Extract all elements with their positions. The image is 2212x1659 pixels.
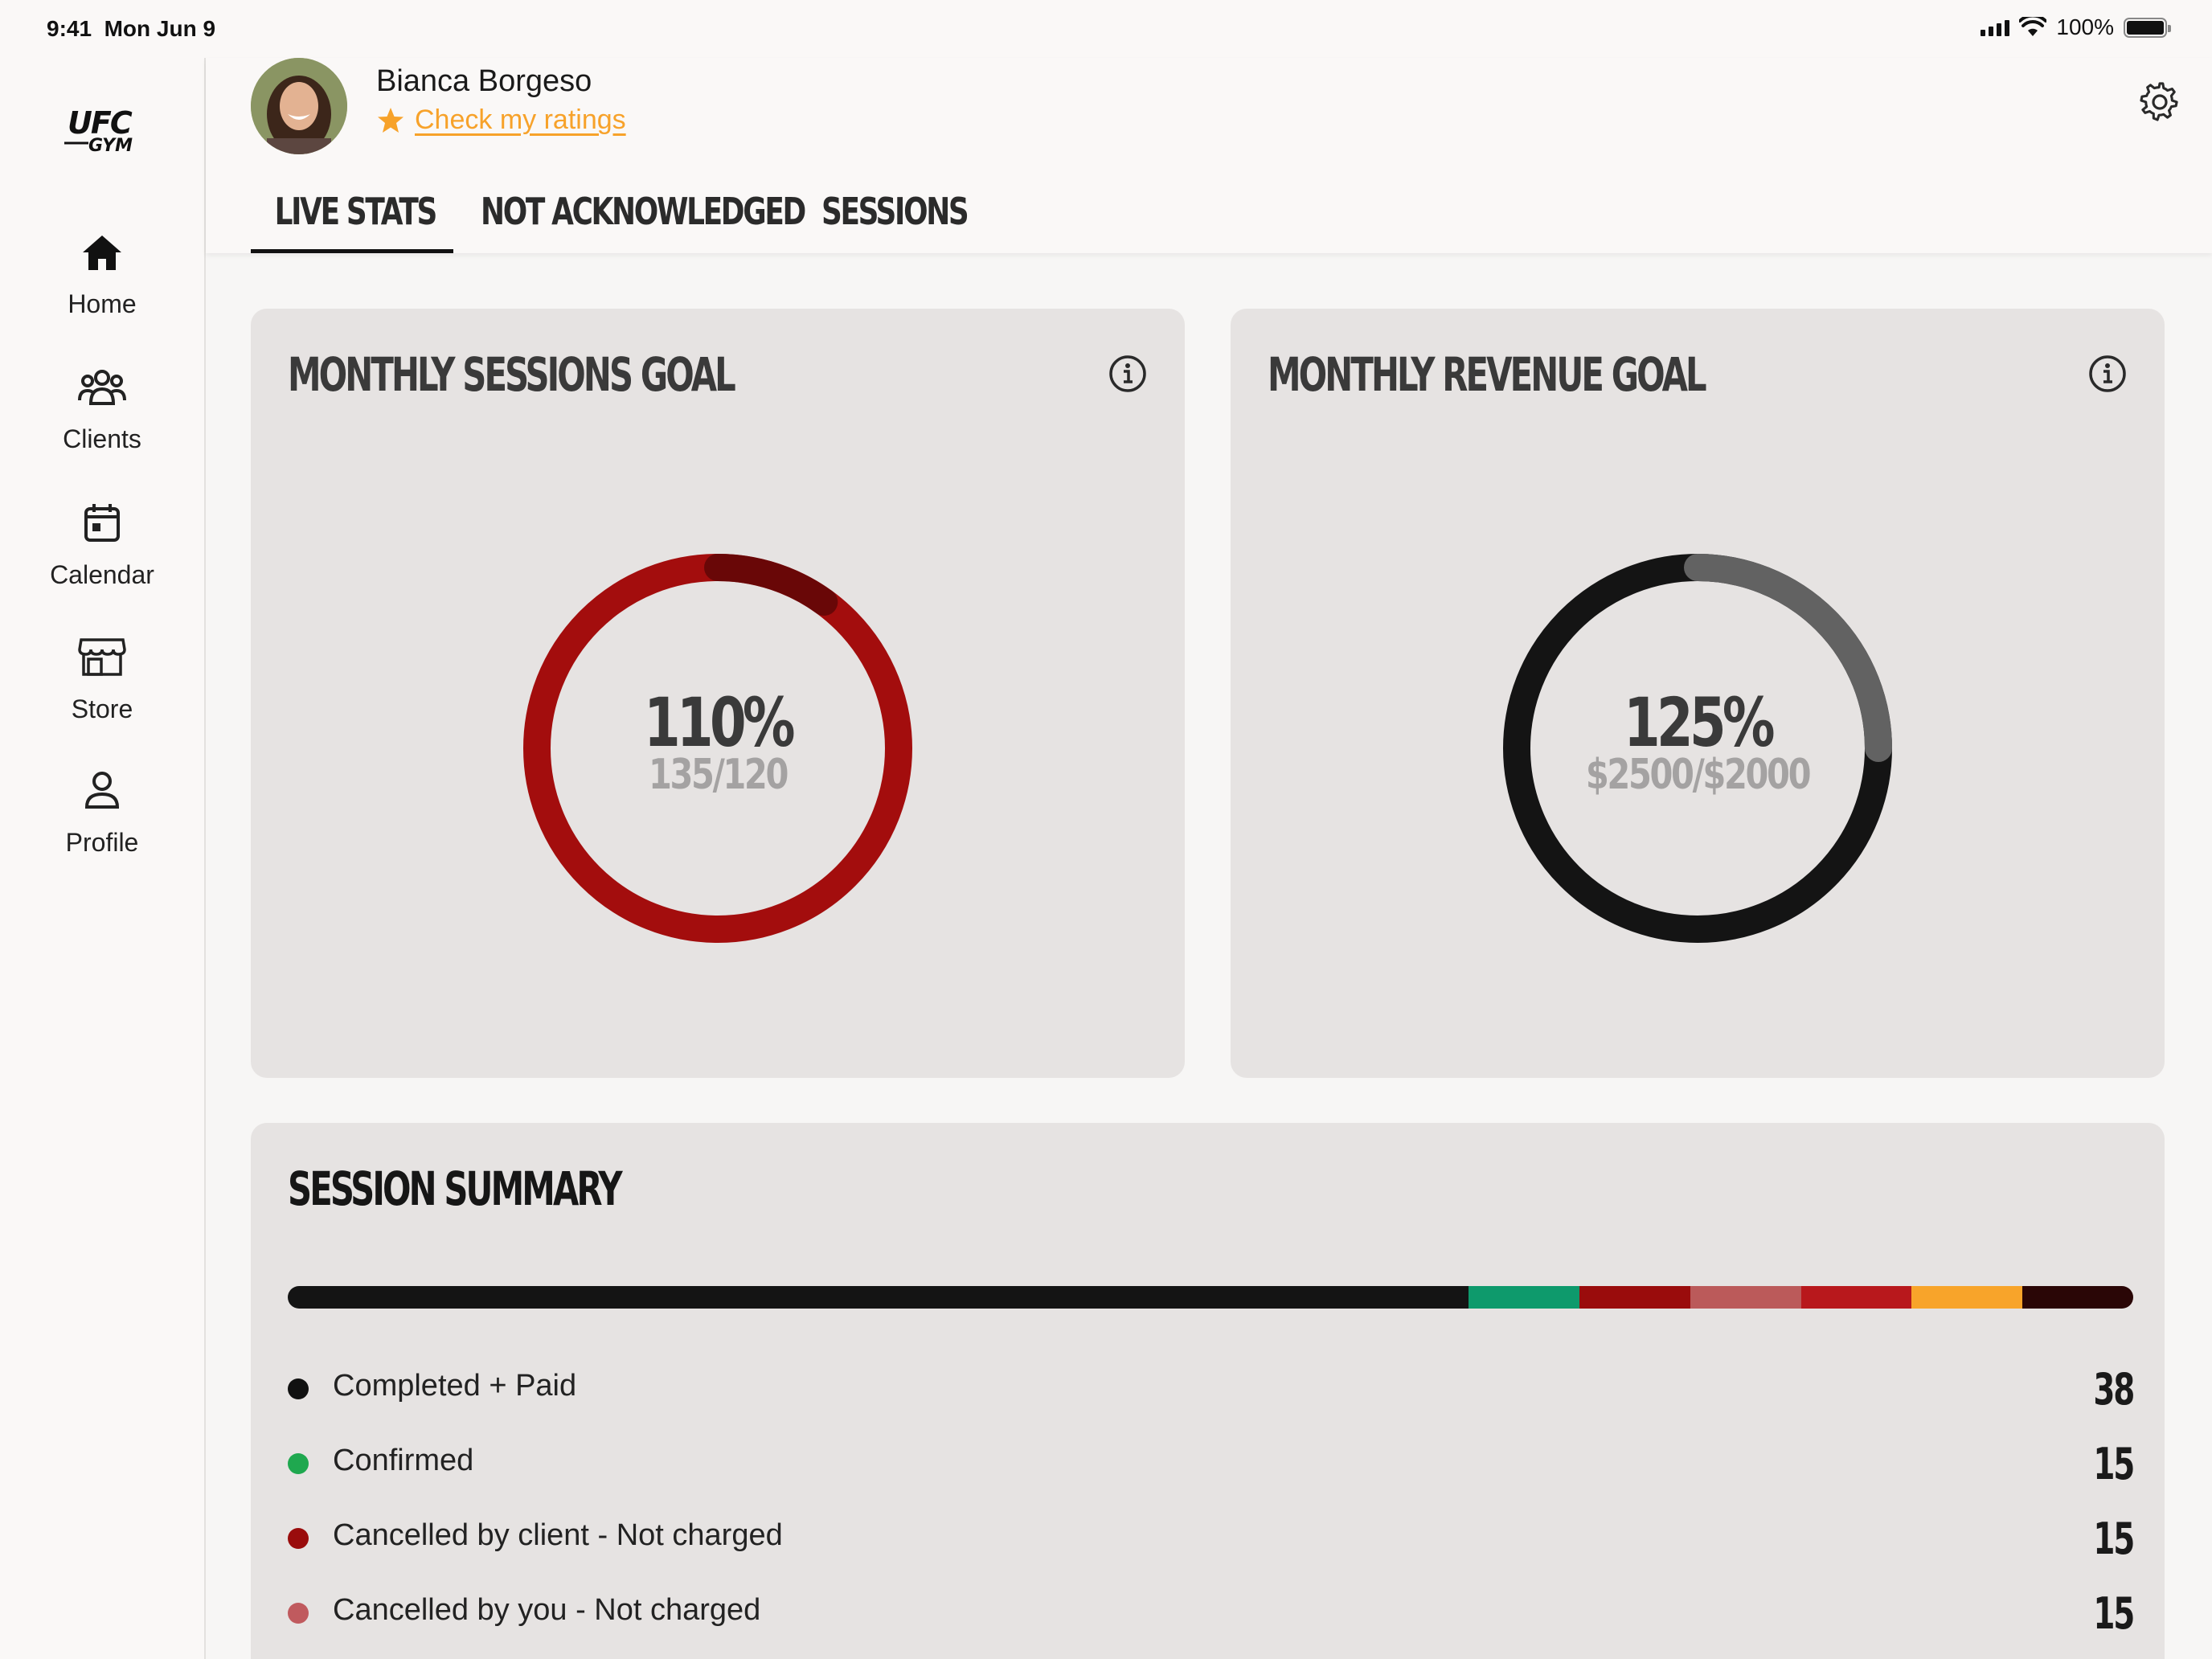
ufc-gym-logo: UFC GYM: [64, 105, 134, 156]
legend-dot: [288, 1528, 309, 1549]
status-date: Mon Jun 9: [104, 16, 216, 41]
svg-text:GYM: GYM: [88, 136, 133, 156]
summary-bar-segment: [1469, 1286, 1580, 1309]
battery-icon: [2124, 17, 2171, 38]
legend-row-cancelled-by-you[interactable]: Cancelled by you - Not charged 15: [288, 1588, 2135, 1639]
star-icon: [378, 107, 403, 133]
ratings-row: Check my ratings: [376, 104, 626, 136]
sidebar: UFC GYM Home Clients Calendar Store Prof…: [0, 58, 206, 1659]
revenue-goal-card: MONTHLY REVENUE GOAL 125% $2500/$2000: [1231, 309, 2165, 1078]
info-icon[interactable]: [1108, 354, 1148, 394]
sidebar-item-profile[interactable]: Profile: [0, 770, 204, 858]
legend-row-completed-paid[interactable]: Completed + Paid 38: [288, 1364, 2135, 1415]
store-icon: [78, 638, 126, 676]
check-ratings-link[interactable]: Check my ratings: [415, 104, 626, 136]
signal-icon: [1981, 18, 2010, 36]
legend-dot: [288, 1378, 309, 1399]
legend-value: 15: [2093, 1588, 2135, 1639]
header: Bianca Borgeso Check my ratings LIVE STA…: [206, 58, 2212, 253]
card-title: MONTHLY SESSIONS GOAL: [288, 347, 736, 402]
sidebar-item-store[interactable]: Store: [0, 637, 204, 724]
sidebar-item-label: Calendar: [50, 560, 154, 589]
sidebar-item-clients[interactable]: Clients: [0, 368, 204, 454]
card-title: MONTHLY REVENUE GOAL: [1268, 347, 1707, 402]
revenue-detail: $2500/$2000: [1585, 751, 1812, 799]
sidebar-item-label: Clients: [63, 424, 141, 453]
calendar-icon: [84, 504, 120, 542]
legend-dot: [288, 1603, 309, 1624]
status-bar: 9:41 Mon Jun 9 100%: [0, 0, 2212, 58]
sidebar-item-home[interactable]: Home: [0, 233, 204, 319]
legend-row-cancelled-by-client[interactable]: Cancelled by client - Not charged 15: [288, 1514, 2135, 1564]
session-summary-bar: [288, 1286, 2133, 1309]
summary-bar-segment: [1579, 1286, 1690, 1309]
legend-label: Confirmed: [333, 1444, 474, 1477]
sidebar-item-label: Profile: [65, 828, 139, 857]
tab-label: NOT ACKNOWLEDGED: [481, 190, 806, 233]
legend-row-confirmed[interactable]: Confirmed 15: [288, 1439, 2135, 1489]
tab-not-acknowledged[interactable]: NOT ACKNOWLEDGED: [481, 178, 821, 253]
legend-value: 15: [2093, 1439, 2135, 1489]
legend-label: Cancelled by you - Not charged: [333, 1593, 761, 1627]
legend-value: 38: [2093, 1364, 2135, 1415]
sidebar-item-label: Store: [71, 694, 133, 723]
tab-live-stats[interactable]: LIVE STATS: [251, 178, 481, 253]
home-icon: [83, 236, 121, 270]
profile-icon: [84, 772, 120, 809]
summary-bar-segment: [1911, 1286, 2023, 1309]
sessions-overflow-arc: [704, 554, 838, 616]
status-clock: 9:41: [47, 16, 92, 41]
session-summary-card: SESSION SUMMARY Completed + Paid 38 Conf…: [251, 1123, 2165, 1659]
sidebar-item-calendar[interactable]: Calendar: [0, 502, 204, 590]
battery-percent: 100%: [2056, 14, 2114, 39]
sessions-detail: 135/120: [648, 751, 789, 799]
tab-label: LIVE STATS: [274, 190, 438, 233]
clients-icon: [78, 370, 126, 405]
tab-bar: LIVE STATS NOT ACKNOWLEDGED SESSIONS: [251, 178, 1022, 253]
wifi-icon: [2019, 17, 2047, 36]
summary-bar-segment: [1690, 1286, 1801, 1309]
legend-label: Completed + Paid: [333, 1369, 577, 1403]
avatar[interactable]: [251, 58, 347, 154]
sessions-goal-card: MONTHLY SESSIONS GOAL 110% 135/120: [251, 309, 1185, 1078]
status-indicators: 100%: [1981, 14, 2171, 40]
status-time: 9:41 Mon Jun 9: [47, 16, 215, 42]
avatar-portrait: [251, 58, 347, 154]
legend-label: Cancelled by client - Not charged: [333, 1518, 783, 1552]
legend-dot: [288, 1453, 309, 1474]
settings-gear-icon[interactable]: [2140, 82, 2180, 122]
tab-sessions[interactable]: SESSIONS: [821, 178, 1022, 253]
summary-bar-segment: [2022, 1286, 2133, 1309]
legend-value: 15: [2093, 1514, 2135, 1564]
summary-bar-segment: [1800, 1286, 1912, 1309]
tab-label: SESSIONS: [821, 190, 969, 233]
sidebar-item-label: Home: [68, 289, 137, 318]
card-title: SESSION SUMMARY: [288, 1161, 623, 1216]
info-icon[interactable]: [2087, 354, 2128, 394]
summary-bar-segment: [288, 1286, 1469, 1309]
user-name: Bianca Borgeso: [376, 64, 592, 98]
